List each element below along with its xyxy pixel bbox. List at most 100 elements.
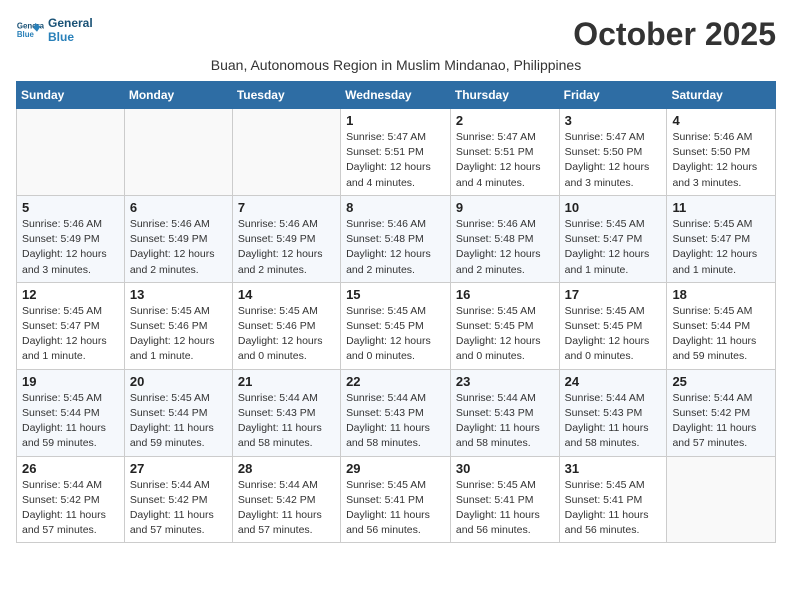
calendar-cell: 18 Sunrise: 5:45 AMSunset: 5:44 PMDayligh…: [667, 282, 776, 369]
calendar-week-3: 12 Sunrise: 5:45 AMSunset: 5:47 PMDayligh…: [17, 282, 776, 369]
calendar-cell: 3 Sunrise: 5:47 AMSunset: 5:50 PMDaylight…: [559, 109, 667, 196]
day-number: 3: [565, 113, 662, 128]
calendar-cell: 17 Sunrise: 5:45 AMSunset: 5:45 PMDayligh…: [559, 282, 667, 369]
day-info: Sunrise: 5:47 AMSunset: 5:50 PMDaylight:…: [565, 130, 662, 191]
day-number: 7: [238, 200, 335, 215]
day-number: 23: [456, 374, 554, 389]
calendar-week-5: 26 Sunrise: 5:44 AMSunset: 5:42 PMDayligh…: [17, 456, 776, 543]
day-info: Sunrise: 5:46 AMSunset: 5:50 PMDaylight:…: [672, 130, 770, 191]
day-info: Sunrise: 5:45 AMSunset: 5:41 PMDaylight:…: [565, 478, 662, 539]
calendar-cell: [667, 456, 776, 543]
calendar-cell: 7 Sunrise: 5:46 AMSunset: 5:49 PMDaylight…: [232, 195, 340, 282]
day-info: Sunrise: 5:45 AMSunset: 5:47 PMDaylight:…: [22, 304, 119, 365]
day-info: Sunrise: 5:45 AMSunset: 5:46 PMDaylight:…: [130, 304, 227, 365]
day-number: 13: [130, 287, 227, 302]
day-number: 16: [456, 287, 554, 302]
day-info: Sunrise: 5:45 AMSunset: 5:45 PMDaylight:…: [565, 304, 662, 365]
calendar-cell: 27Sunrise: 5:44 AMSunset: 5:42 PMDayligh…: [124, 456, 232, 543]
calendar-cell: 20Sunrise: 5:45 AMSunset: 5:44 PMDayligh…: [124, 369, 232, 456]
day-info: Sunrise: 5:45 AMSunset: 5:47 PMDaylight:…: [565, 217, 662, 278]
calendar-week-2: 5Sunrise: 5:46 AMSunset: 5:49 PMDaylight…: [17, 195, 776, 282]
day-number: 21: [238, 374, 335, 389]
calendar-cell: 19Sunrise: 5:45 AMSunset: 5:44 PMDayligh…: [17, 369, 125, 456]
calendar-cell: 26 Sunrise: 5:44 AMSunset: 5:42 PMDayligh…: [17, 456, 125, 543]
logo: General Blue General Blue: [16, 16, 93, 44]
day-number: 20: [130, 374, 227, 389]
calendar-cell: 24 Sunrise: 5:44 AMSunset: 5:43 PMDayligh…: [559, 369, 667, 456]
calendar-week-4: 19Sunrise: 5:45 AMSunset: 5:44 PMDayligh…: [17, 369, 776, 456]
calendar-cell: 28 Sunrise: 5:44 AMSunset: 5:42 PMDayligh…: [232, 456, 340, 543]
month-title: October 2025: [573, 16, 776, 53]
day-number: 4: [672, 113, 770, 128]
logo-blue: Blue: [48, 30, 93, 44]
day-info: Sunrise: 5:44 AMSunset: 5:42 PMDaylight:…: [22, 478, 119, 539]
calendar-cell: 31 Sunrise: 5:45 AMSunset: 5:41 PMDayligh…: [559, 456, 667, 543]
calendar-cell: 12 Sunrise: 5:45 AMSunset: 5:47 PMDayligh…: [17, 282, 125, 369]
weekday-header-wednesday: Wednesday: [341, 82, 451, 109]
calendar-header-row: SundayMondayTuesdayWednesdayThursdayFrid…: [17, 82, 776, 109]
svg-text:Blue: Blue: [17, 30, 35, 39]
day-number: 18: [672, 287, 770, 302]
day-info: Sunrise: 5:44 AMSunset: 5:42 PMDaylight:…: [672, 391, 770, 452]
day-number: 1: [346, 113, 445, 128]
calendar-cell: 22 Sunrise: 5:44 AMSunset: 5:43 PMDayligh…: [341, 369, 451, 456]
day-number: 24: [565, 374, 662, 389]
day-info: Sunrise: 5:45 AMSunset: 5:47 PMDaylight:…: [672, 217, 770, 278]
day-info: Sunrise: 5:47 AMSunset: 5:51 PMDaylight:…: [456, 130, 554, 191]
day-info: Sunrise: 5:45 AMSunset: 5:46 PMDaylight:…: [238, 304, 335, 365]
day-info: Sunrise: 5:46 AMSunset: 5:48 PMDaylight:…: [346, 217, 445, 278]
day-number: 12: [22, 287, 119, 302]
day-info: Sunrise: 5:44 AMSunset: 5:43 PMDaylight:…: [565, 391, 662, 452]
calendar-cell: 14 Sunrise: 5:45 AMSunset: 5:46 PMDayligh…: [232, 282, 340, 369]
calendar-cell: 11 Sunrise: 5:45 AMSunset: 5:47 PMDayligh…: [667, 195, 776, 282]
day-number: 14: [238, 287, 335, 302]
day-number: 31: [565, 461, 662, 476]
calendar-cell: 6Sunrise: 5:46 AMSunset: 5:49 PMDaylight…: [124, 195, 232, 282]
day-info: Sunrise: 5:44 AMSunset: 5:43 PMDaylight:…: [238, 391, 335, 452]
day-number: 11: [672, 200, 770, 215]
day-number: 15: [346, 287, 445, 302]
day-info: Sunrise: 5:45 AMSunset: 5:44 PMDaylight:…: [672, 304, 770, 365]
day-number: 30: [456, 461, 554, 476]
calendar-cell: 13 Sunrise: 5:45 AMSunset: 5:46 PMDayligh…: [124, 282, 232, 369]
day-info: Sunrise: 5:44 AMSunset: 5:43 PMDaylight:…: [346, 391, 445, 452]
weekday-header-thursday: Thursday: [450, 82, 559, 109]
day-info: Sunrise: 5:46 AMSunset: 5:48 PMDaylight:…: [456, 217, 554, 278]
calendar-cell: [232, 109, 340, 196]
calendar-week-1: 1 Sunrise: 5:47 AMSunset: 5:51 PMDaylight…: [17, 109, 776, 196]
day-number: 17: [565, 287, 662, 302]
logo-icon: General Blue: [16, 16, 44, 44]
weekday-header-sunday: Sunday: [17, 82, 125, 109]
calendar-cell: [17, 109, 125, 196]
calendar-body: 1 Sunrise: 5:47 AMSunset: 5:51 PMDaylight…: [17, 109, 776, 543]
calendar-cell: 2Sunrise: 5:47 AMSunset: 5:51 PMDaylight…: [450, 109, 559, 196]
calendar-cell: 4 Sunrise: 5:46 AMSunset: 5:50 PMDaylight…: [667, 109, 776, 196]
day-number: 29: [346, 461, 445, 476]
weekday-header-monday: Monday: [124, 82, 232, 109]
calendar-table: SundayMondayTuesdayWednesdayThursdayFrid…: [16, 81, 776, 543]
weekday-header-saturday: Saturday: [667, 82, 776, 109]
day-info: Sunrise: 5:44 AMSunset: 5:43 PMDaylight:…: [456, 391, 554, 452]
day-info: Sunrise: 5:45 AMSunset: 5:45 PMDaylight:…: [346, 304, 445, 365]
day-info: Sunrise: 5:45 AMSunset: 5:41 PMDaylight:…: [456, 478, 554, 539]
calendar-cell: 8 Sunrise: 5:46 AMSunset: 5:48 PMDaylight…: [341, 195, 451, 282]
calendar-cell: 10 Sunrise: 5:45 AMSunset: 5:47 PMDayligh…: [559, 195, 667, 282]
day-number: 26: [22, 461, 119, 476]
calendar-cell: 9 Sunrise: 5:46 AMSunset: 5:48 PMDaylight…: [450, 195, 559, 282]
day-number: 28: [238, 461, 335, 476]
day-info: Sunrise: 5:45 AMSunset: 5:41 PMDaylight:…: [346, 478, 445, 539]
calendar-cell: 5Sunrise: 5:46 AMSunset: 5:49 PMDaylight…: [17, 195, 125, 282]
calendar-cell: 15 Sunrise: 5:45 AMSunset: 5:45 PMDayligh…: [341, 282, 451, 369]
day-number: 8: [346, 200, 445, 215]
day-info: Sunrise: 5:46 AMSunset: 5:49 PMDaylight:…: [238, 217, 335, 278]
day-number: 9: [456, 200, 554, 215]
calendar-cell: [124, 109, 232, 196]
calendar-cell: 1Sunrise: 5:47 AMSunset: 5:51 PMDaylight…: [341, 109, 451, 196]
logo-general: General: [48, 16, 93, 30]
calendar-cell: 29 Sunrise: 5:45 AMSunset: 5:41 PMDayligh…: [341, 456, 451, 543]
day-info: Sunrise: 5:44 AMSunset: 5:42 PMDaylight:…: [238, 478, 335, 539]
day-number: 10: [565, 200, 662, 215]
svg-text:General: General: [17, 21, 44, 30]
subtitle: Buan, Autonomous Region in Muslim Mindan…: [16, 57, 776, 73]
day-number: 22: [346, 374, 445, 389]
